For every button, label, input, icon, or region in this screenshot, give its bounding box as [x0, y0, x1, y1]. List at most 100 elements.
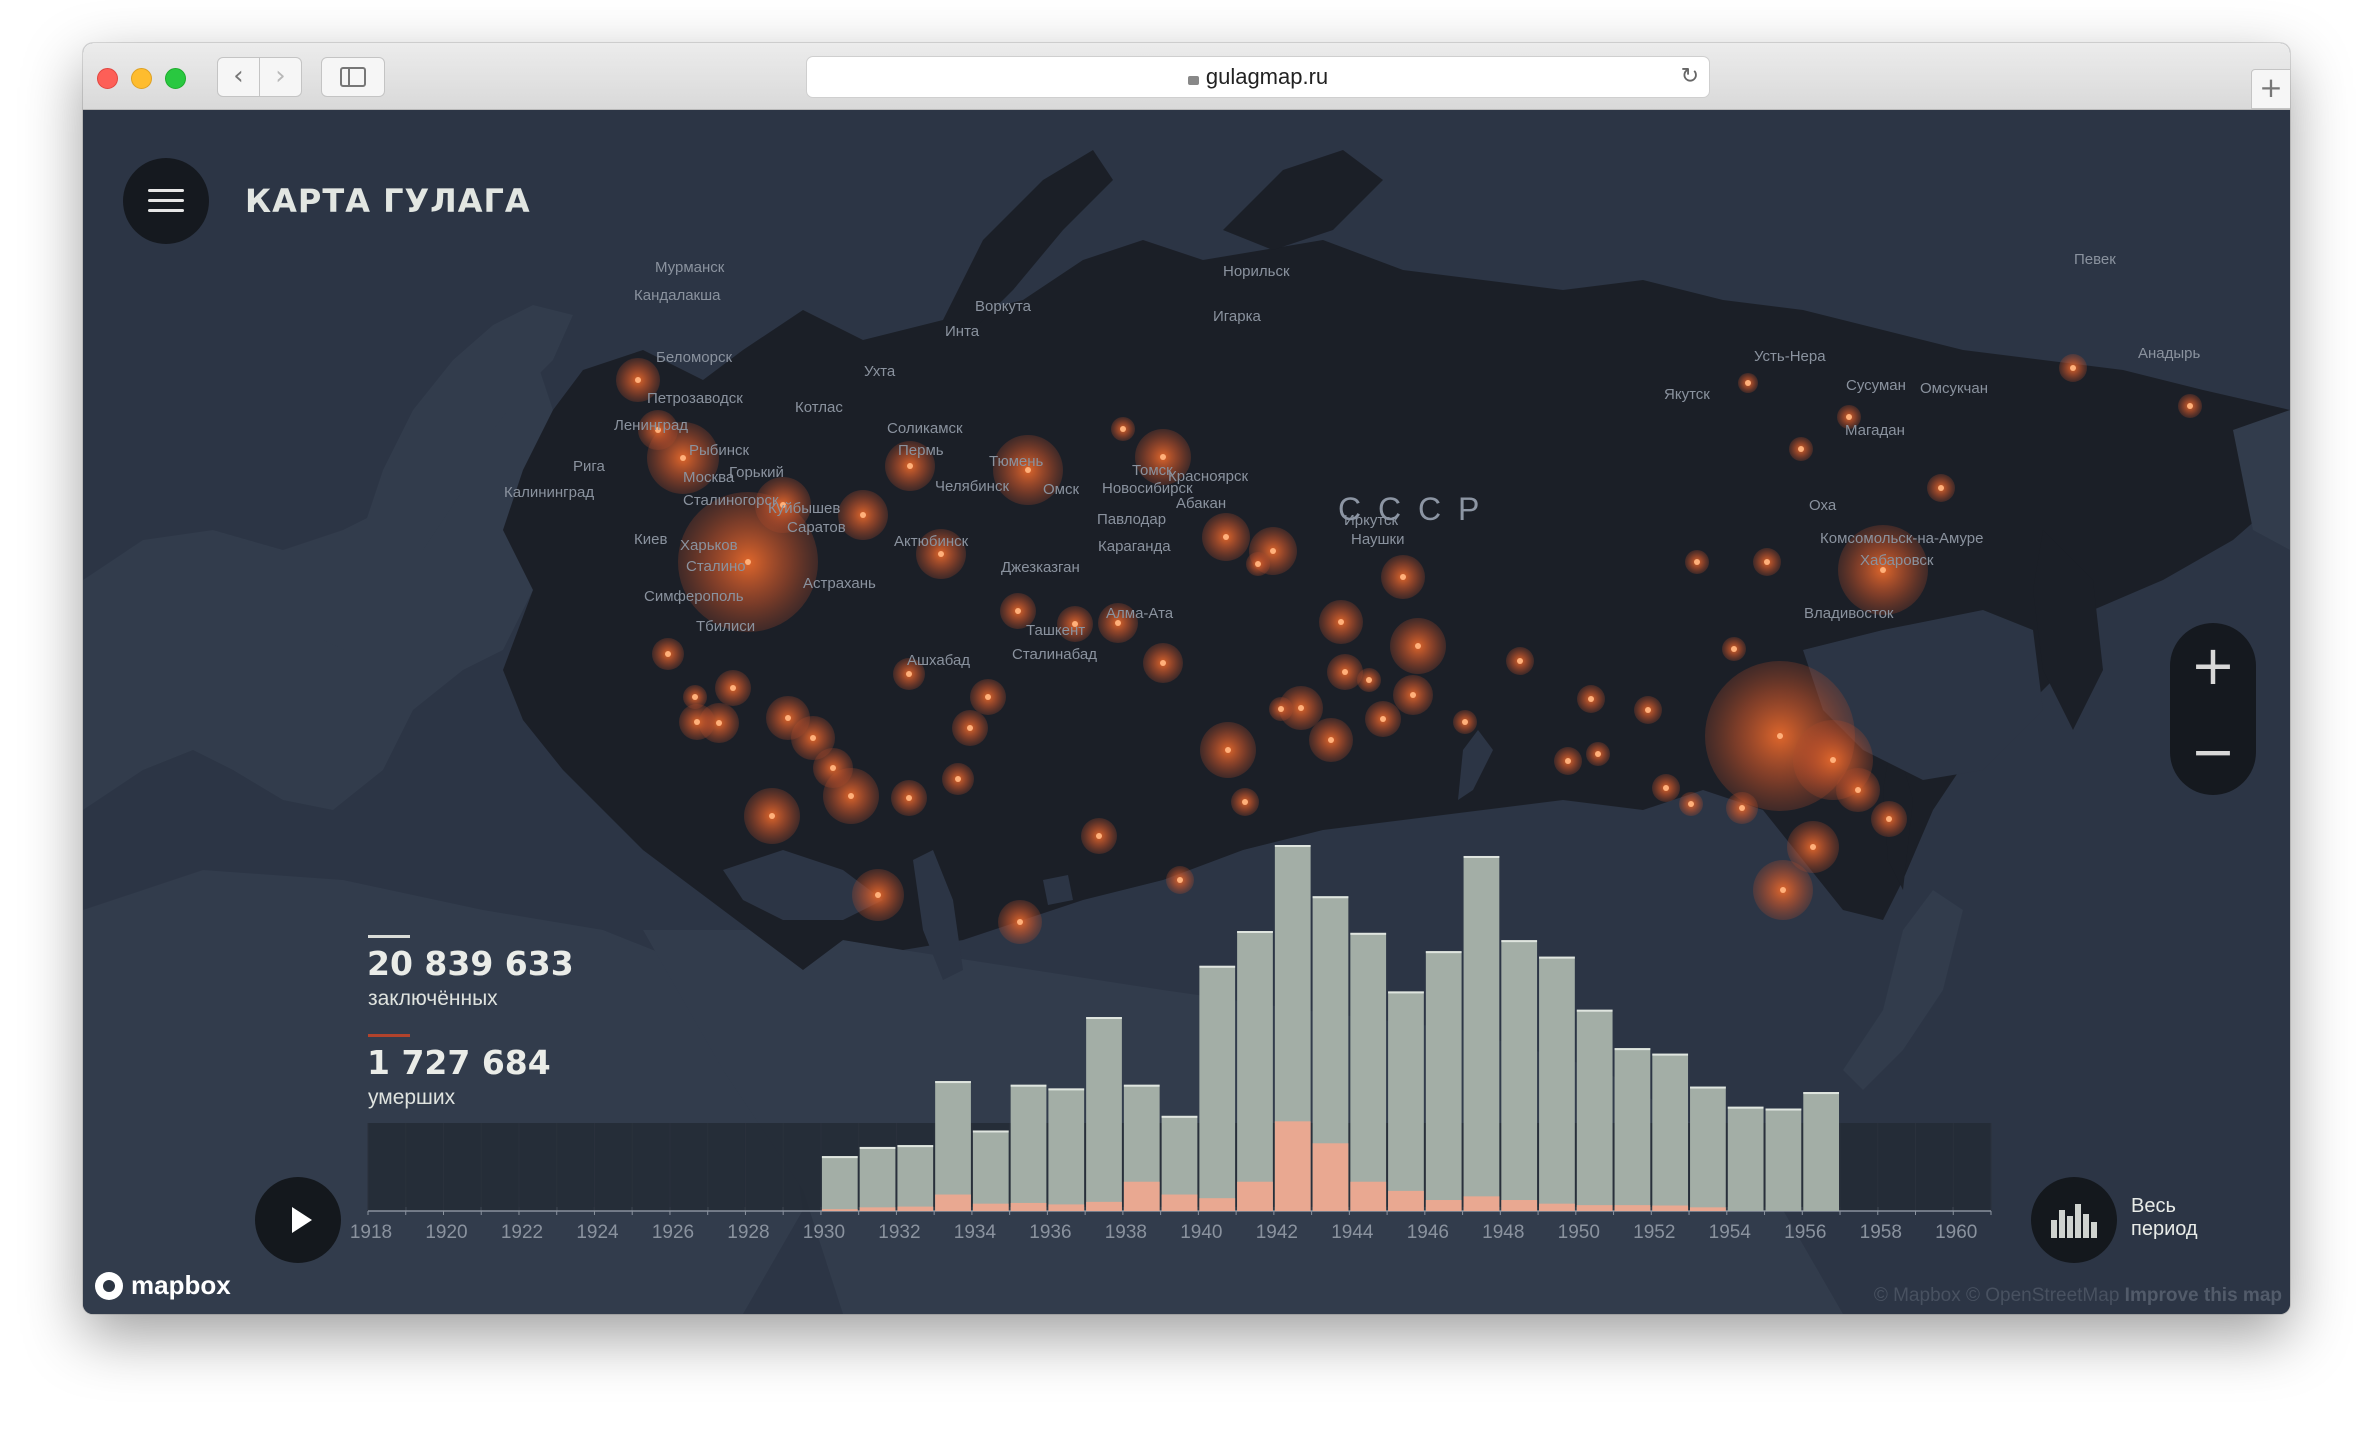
camp-marker-center	[1177, 877, 1183, 883]
bar-deaths[interactable]	[1048, 1204, 1085, 1211]
hamburger-icon-line	[148, 209, 184, 212]
improve-map-link[interactable]: Improve this map	[2125, 1285, 2282, 1306]
bar-prisoners[interactable]	[1048, 1088, 1085, 1211]
bar-prisoners-cap	[897, 1145, 934, 1148]
camp-marker-center	[1096, 833, 1102, 839]
bar-deaths[interactable]	[859, 1207, 896, 1211]
bar-prisoners-cap	[972, 1130, 1009, 1133]
city-label: Рыбинск	[689, 442, 750, 459]
year-tick-label: 1920	[425, 1222, 467, 1243]
bar-deaths[interactable]	[1425, 1200, 1462, 1211]
page-title: КАРТА ГУЛАГА	[245, 182, 531, 220]
bar-prisoners[interactable]	[1539, 956, 1575, 1211]
bar-deaths[interactable]	[1199, 1198, 1236, 1211]
period-button[interactable]	[2031, 1177, 2117, 1263]
city-label: Сталино	[686, 558, 746, 575]
bar-deaths[interactable]	[1312, 1143, 1349, 1211]
menu-button[interactable]	[123, 158, 209, 244]
bar-prisoners[interactable]	[821, 1156, 858, 1211]
bar-prisoners[interactable]	[1086, 1017, 1122, 1211]
gulag-map[interactable]: Мурманск Кандалакша Воркута Инта Норильск Ига…	[83, 110, 2290, 1314]
bar-deaths[interactable]	[1463, 1196, 1500, 1211]
bar-deaths[interactable]	[1123, 1181, 1160, 1211]
period-label-line1: Весь	[2131, 1195, 2176, 1217]
period-label: Весь период	[2131, 1195, 2231, 1241]
bar-prisoners[interactable]	[1803, 1092, 1840, 1211]
bar-deaths[interactable]	[1274, 1121, 1311, 1211]
attribution-text[interactable]: © Mapbox © OpenStreetMap	[1874, 1285, 2120, 1306]
bar-deaths[interactable]	[821, 1209, 858, 1211]
city-label: Беломорск	[656, 349, 732, 366]
year-tick-label: 1922	[501, 1222, 543, 1243]
camp-marker-center	[769, 813, 775, 819]
bar-prisoners[interactable]	[1350, 932, 1387, 1211]
bar-prisoners[interactable]	[1010, 1084, 1047, 1211]
bar-deaths[interactable]	[1010, 1202, 1047, 1211]
play-button[interactable]	[255, 1177, 341, 1263]
city-label: Харьков	[680, 537, 738, 554]
reload-icon[interactable]: ↻	[1681, 57, 1699, 97]
year-tick-label: 1952	[1633, 1222, 1675, 1243]
bar-deaths[interactable]	[1501, 1200, 1538, 1211]
bar-prisoners[interactable]	[1765, 1108, 1802, 1211]
zoom-window-button[interactable]	[165, 68, 186, 89]
camp-marker-center	[1846, 414, 1852, 420]
bar-prisoners[interactable]	[1463, 855, 1500, 1211]
bar-prisoners-cap	[1463, 855, 1500, 858]
bar-deaths[interactable]	[1539, 1203, 1575, 1211]
camp-marker-center	[1739, 805, 1745, 811]
bar-prisoners[interactable]	[1501, 940, 1538, 1211]
bar-prisoners[interactable]	[859, 1146, 896, 1211]
back-button[interactable]: ‹	[217, 57, 260, 97]
bar-deaths[interactable]	[1350, 1181, 1387, 1211]
address-bar[interactable]: gulagmap.ru ↻	[806, 56, 1710, 98]
bar-prisoners[interactable]	[1614, 1048, 1651, 1211]
bar-prisoners[interactable]	[1576, 1009, 1613, 1211]
year-tick-label: 1942	[1256, 1222, 1298, 1243]
bar-prisoners[interactable]	[972, 1130, 1009, 1211]
camp-marker-center	[2187, 403, 2193, 409]
sidebar-icon	[340, 67, 366, 87]
new-tab-button[interactable]: +	[2251, 69, 2290, 109]
aral-sea	[1043, 875, 1073, 905]
bar-deaths[interactable]	[1086, 1201, 1122, 1211]
bar-deaths[interactable]	[1690, 1207, 1726, 1211]
country-label: С С С Р	[1338, 491, 1483, 527]
zoom-in-button[interactable]: +	[2170, 623, 2256, 709]
prisoners-marker	[368, 935, 410, 938]
bar-prisoners-cap	[1086, 1017, 1122, 1020]
forward-button[interactable]: ›	[259, 57, 302, 97]
bar-deaths[interactable]	[1576, 1205, 1613, 1211]
city-label: Москва	[683, 469, 735, 486]
bar-deaths[interactable]	[1237, 1181, 1273, 1211]
year-tick-label: 1956	[1784, 1222, 1826, 1243]
year-tick-label: 1932	[878, 1222, 920, 1243]
close-window-button[interactable]	[97, 68, 118, 89]
bar-prisoners[interactable]	[1425, 951, 1462, 1211]
bar-prisoners[interactable]	[1652, 1053, 1689, 1211]
bar-deaths[interactable]	[935, 1194, 971, 1211]
bar-prisoners[interactable]	[1690, 1086, 1726, 1211]
camp-marker-center	[716, 720, 722, 726]
bar-prisoners-cap	[1576, 1009, 1613, 1012]
camp-marker-center	[1120, 426, 1126, 432]
bar-prisoners[interactable]	[1199, 965, 1236, 1211]
bar-prisoners[interactable]	[1237, 931, 1273, 1211]
bar-prisoners-cap	[1274, 845, 1311, 847]
bar-prisoners[interactable]	[935, 1081, 971, 1211]
bar-deaths[interactable]	[1614, 1205, 1651, 1211]
bar-deaths[interactable]	[1652, 1205, 1689, 1211]
camp-marker-center	[1663, 785, 1669, 791]
sidebar-toggle-button[interactable]	[321, 57, 385, 97]
bar-deaths[interactable]	[1388, 1190, 1424, 1211]
minimize-window-button[interactable]	[131, 68, 152, 89]
year-tick-label: 1954	[1709, 1222, 1752, 1243]
bar-deaths[interactable]	[897, 1206, 934, 1211]
bar-deaths[interactable]	[972, 1203, 1009, 1211]
bar-prisoners[interactable]	[1388, 991, 1424, 1211]
bar-prisoners[interactable]	[897, 1145, 934, 1211]
zoom-out-button[interactable]: −	[2170, 709, 2256, 795]
bar-prisoners[interactable]	[1727, 1106, 1764, 1211]
bar-deaths[interactable]	[1161, 1194, 1198, 1211]
camp-marker-center	[1160, 454, 1166, 460]
